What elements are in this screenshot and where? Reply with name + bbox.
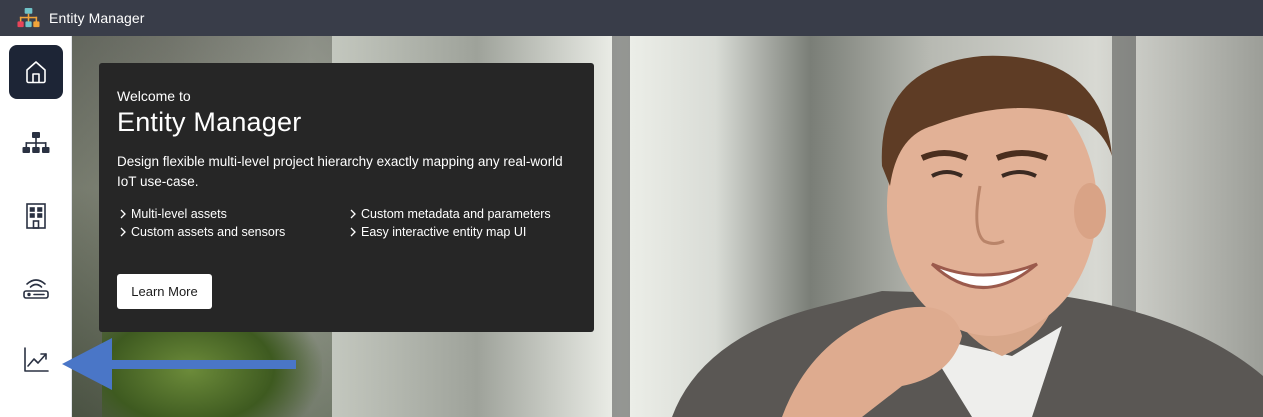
chevron-right-icon	[120, 227, 126, 237]
window-frame	[612, 36, 630, 417]
feature-item: Custom metadata and parameters	[347, 206, 577, 222]
router-icon	[23, 279, 49, 299]
trending-chart-icon	[24, 347, 49, 372]
hierarchy-logo-icon	[17, 7, 40, 27]
feature-item: Easy interactive entity map UI	[347, 224, 577, 240]
feature-label: Multi-level assets	[131, 207, 227, 221]
welcome-card: Welcome to Entity Manager Design flexibl…	[99, 63, 594, 332]
smiling-man-photo	[672, 55, 1263, 417]
sidebar-item-analytics[interactable]	[9, 333, 63, 387]
sidebar-item-building[interactable]	[9, 189, 63, 243]
sidebar-item-home[interactable]	[9, 45, 63, 99]
card-app-name: Entity Manager	[117, 107, 302, 137]
feature-item: Multi-level assets	[117, 206, 347, 222]
feature-item: Custom assets and sensors	[117, 224, 347, 240]
feature-label: Easy interactive entity map UI	[361, 225, 527, 239]
feature-label: Custom metadata and parameters	[361, 207, 551, 221]
chevron-right-icon	[120, 209, 126, 219]
sidebar-item-gateway[interactable]	[9, 261, 63, 315]
card-description: Design flexible multi-level project hier…	[117, 154, 563, 189]
learn-more-button[interactable]: Learn More	[117, 274, 212, 309]
building-icon	[26, 203, 46, 229]
feature-list: Multi-level assets Custom metadata and p…	[117, 206, 576, 240]
home-icon	[26, 61, 46, 84]
org-chart-icon	[22, 132, 50, 153]
chevron-right-icon	[350, 227, 356, 237]
app-title: Entity Manager	[49, 10, 145, 26]
welcome-text: Welcome to	[117, 88, 191, 104]
top-bar: Entity Manager	[0, 0, 1263, 36]
annotation-arrow-icon	[62, 338, 296, 390]
sidebar-item-hierarchy[interactable]	[9, 117, 63, 171]
chevron-right-icon	[350, 209, 356, 219]
feature-label: Custom assets and sensors	[131, 225, 286, 239]
